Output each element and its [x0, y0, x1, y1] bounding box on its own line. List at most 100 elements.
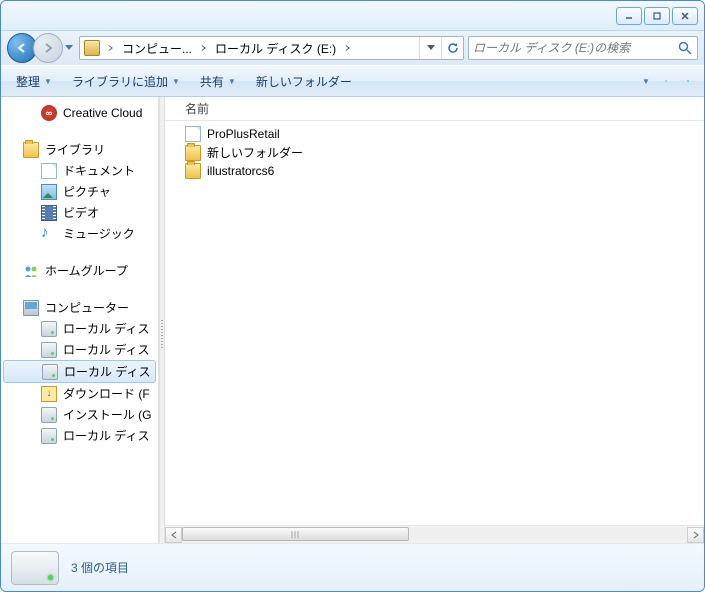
breadcrumb-label: ローカル ディスク (E:) [215, 40, 336, 57]
preview-pane-button[interactable] [656, 71, 676, 91]
details-pane: 3 個の項目 [1, 543, 704, 591]
view-options-button[interactable]: ▼ [634, 71, 654, 91]
drive-icon [41, 428, 57, 444]
sidebar-item-label: ローカル ディス [64, 363, 151, 380]
drive-icon [41, 342, 57, 358]
music-icon: ♪ [41, 226, 57, 242]
explorer-window: コンピュー... ローカル ディスク (E:) 整理▼ ライブラリに追加▼ 共有… [0, 0, 705, 592]
breadcrumb-label: コンピュー... [122, 40, 192, 57]
search-input[interactable] [473, 41, 677, 55]
sidebar-item-local-disk[interactable]: ローカル ディス [1, 318, 158, 339]
creative-cloud-icon: ∞ [41, 105, 57, 121]
nav-buttons [7, 33, 75, 63]
document-icon [41, 163, 57, 179]
maximize-button[interactable] [644, 7, 670, 25]
navigation-bar: コンピュー... ローカル ディスク (E:) [1, 31, 704, 65]
sidebar-item-label: Creative Cloud [63, 106, 142, 120]
sidebar-item-label: ダウンロード (F [63, 385, 150, 402]
sidebar-item-libraries[interactable]: ライブラリ [1, 139, 158, 160]
command-bar: 整理▼ ライブラリに追加 ▼ 共有 ▼ 新しいフォルダー ▼ ? [1, 65, 704, 97]
address-bar[interactable]: コンピュー... ローカル ディスク (E:) [79, 36, 464, 60]
navigation-pane[interactable]: ∞ Creative Cloud ライブラリ ドキュメント ピクチャ ビデオ ♪ ミ… [1, 97, 159, 543]
folder-icon [185, 145, 201, 161]
file-name: ProPlusRetail [207, 127, 280, 141]
drive-icon [42, 364, 58, 380]
sidebar-item-install[interactable]: インストール (G [1, 404, 158, 425]
search-box[interactable] [468, 36, 698, 60]
file-icon [185, 126, 201, 142]
scroll-track[interactable] [182, 527, 687, 543]
sidebar-item-label: インストール (G [63, 406, 151, 423]
computer-icon [23, 300, 39, 316]
sidebar-item-label: ホームグループ [45, 262, 128, 279]
pictures-icon [41, 184, 57, 200]
breadcrumb-segment[interactable]: ローカル ディスク (E:) [211, 37, 341, 59]
folder-icon [185, 163, 201, 179]
sidebar-item-label: ローカル ディス [63, 341, 150, 358]
sidebar-item-label: ピクチャ [63, 183, 111, 200]
sidebar-item-homegroup[interactable]: ホームグループ [1, 260, 158, 281]
new-folder-button[interactable]: 新しいフォルダー [247, 69, 361, 94]
breadcrumb-root-chevron[interactable] [104, 37, 118, 59]
sidebar-item-downloads[interactable]: ダウンロード (F [1, 383, 158, 404]
share-label: 共有 [200, 73, 224, 90]
status-text: 3 個の項目 [71, 559, 129, 576]
drive-icon [41, 321, 57, 337]
add-to-library-label: ライブラリに追加 [72, 73, 168, 90]
help-button[interactable]: ? [678, 71, 698, 91]
breadcrumb-chevron[interactable] [341, 37, 355, 59]
sidebar-item-local-disk[interactable]: ローカル ディス [1, 425, 158, 446]
column-header-label: 名前 [185, 100, 209, 117]
body: ∞ Creative Cloud ライブラリ ドキュメント ピクチャ ビデオ ♪ ミ… [1, 97, 704, 543]
homegroup-icon [23, 263, 39, 279]
sidebar-item-pictures[interactable]: ピクチャ [1, 181, 158, 202]
new-folder-label: 新しいフォルダー [256, 73, 352, 90]
sidebar-item-label: ローカル ディス [63, 427, 150, 444]
sidebar-item-label: コンピューター [45, 299, 129, 316]
sidebar-item-label: ドキュメント [63, 162, 135, 179]
sidebar-item-label: ミュージック [63, 225, 135, 242]
file-item[interactable]: 新しいフォルダー [165, 143, 704, 162]
sidebar-item-creative-cloud[interactable]: ∞ Creative Cloud [1, 103, 158, 123]
drive-icon [84, 40, 100, 56]
file-name: illustratorcs6 [207, 164, 274, 178]
sidebar-item-local-disk[interactable]: ローカル ディス [1, 339, 158, 360]
sidebar-item-music[interactable]: ♪ ミュージック [1, 223, 158, 244]
horizontal-scrollbar[interactable] [165, 525, 704, 543]
column-header-name[interactable]: 名前 [165, 97, 704, 121]
refresh-button[interactable] [441, 37, 463, 59]
file-list[interactable]: ProPlusRetail 新しいフォルダー illustratorcs6 [165, 121, 704, 525]
chevron-down-icon: ▼ [642, 77, 650, 86]
scroll-right-button[interactable] [687, 527, 704, 543]
sidebar-item-label: ビデオ [63, 204, 99, 221]
libraries-icon [23, 142, 39, 158]
scroll-thumb[interactable] [182, 527, 409, 541]
splitter[interactable] [159, 97, 165, 543]
titlebar[interactable] [1, 1, 704, 31]
breadcrumb-chevron[interactable] [197, 37, 211, 59]
sidebar-item-videos[interactable]: ビデオ [1, 202, 158, 223]
search-icon[interactable] [677, 40, 693, 56]
sidebar-item-computer[interactable]: コンピューター [1, 297, 158, 318]
chevron-down-icon: ▼ [228, 77, 236, 86]
file-item[interactable]: illustratorcs6 [165, 162, 704, 180]
breadcrumb-segment[interactable]: コンピュー... [118, 37, 197, 59]
close-button[interactable] [672, 7, 698, 25]
address-dropdown[interactable] [419, 37, 441, 59]
add-to-library-button[interactable]: ライブラリに追加 ▼ [63, 69, 189, 94]
file-item[interactable]: ProPlusRetail [165, 125, 704, 143]
drive-large-icon [11, 551, 59, 585]
minimize-button[interactable] [616, 7, 642, 25]
sidebar-item-local-disk-selected[interactable]: ローカル ディス [3, 360, 156, 383]
share-button[interactable]: 共有 ▼ [191, 69, 245, 94]
nav-history-dropdown[interactable] [63, 35, 75, 61]
forward-button[interactable] [33, 33, 63, 63]
drive-icon [41, 407, 57, 423]
chevron-down-icon: ▼ [172, 77, 180, 86]
downloads-icon [41, 386, 57, 402]
sidebar-item-label: ローカル ディス [63, 320, 150, 337]
sidebar-item-documents[interactable]: ドキュメント [1, 160, 158, 181]
organize-button[interactable]: 整理▼ [7, 69, 61, 94]
organize-label: 整理 [16, 73, 40, 90]
scroll-left-button[interactable] [165, 527, 182, 543]
